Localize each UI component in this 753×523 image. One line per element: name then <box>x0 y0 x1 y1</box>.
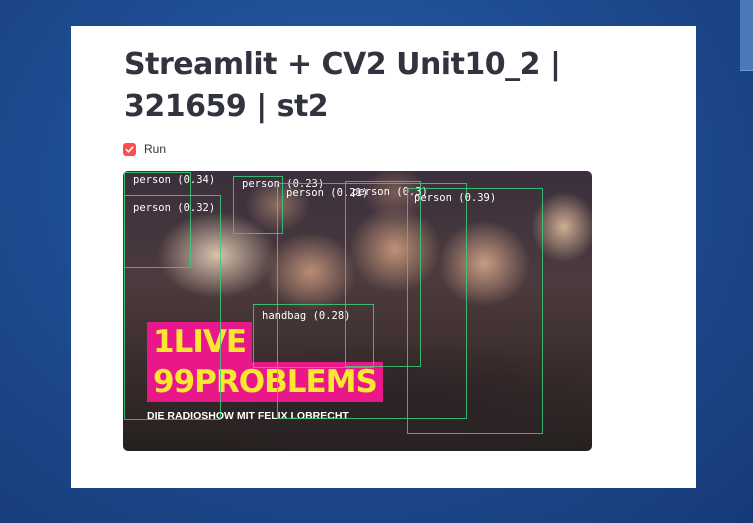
run-checkbox[interactable] <box>123 142 136 156</box>
detection-box: handbag (0.28) <box>253 304 374 368</box>
detection-box: person (0.39) <box>407 188 543 434</box>
app-panel: Streamlit + CV2 Unit10_2 | 321659 | st2 … <box>71 26 696 488</box>
run-checkbox-row[interactable]: Run <box>123 141 166 157</box>
page-title: Streamlit + CV2 Unit10_2 | 321659 | st2 <box>124 47 561 124</box>
detection-label: handbag (0.28) <box>262 310 351 322</box>
detection-box: person (0.23) <box>233 176 324 234</box>
detection-label: person (0.34) <box>133 174 216 186</box>
video-frame: 1LIVE 99PROBLEMS DIE RADIOSHOW MIT FELIX… <box>123 171 592 451</box>
detection-box: person (0.32) <box>124 195 221 420</box>
detection-label: person (0.32) <box>133 202 216 214</box>
side-tab <box>740 0 753 71</box>
checkmark-icon <box>125 145 134 153</box>
detection-label: person (0.39) <box>414 192 497 204</box>
run-label: Run <box>144 142 167 156</box>
